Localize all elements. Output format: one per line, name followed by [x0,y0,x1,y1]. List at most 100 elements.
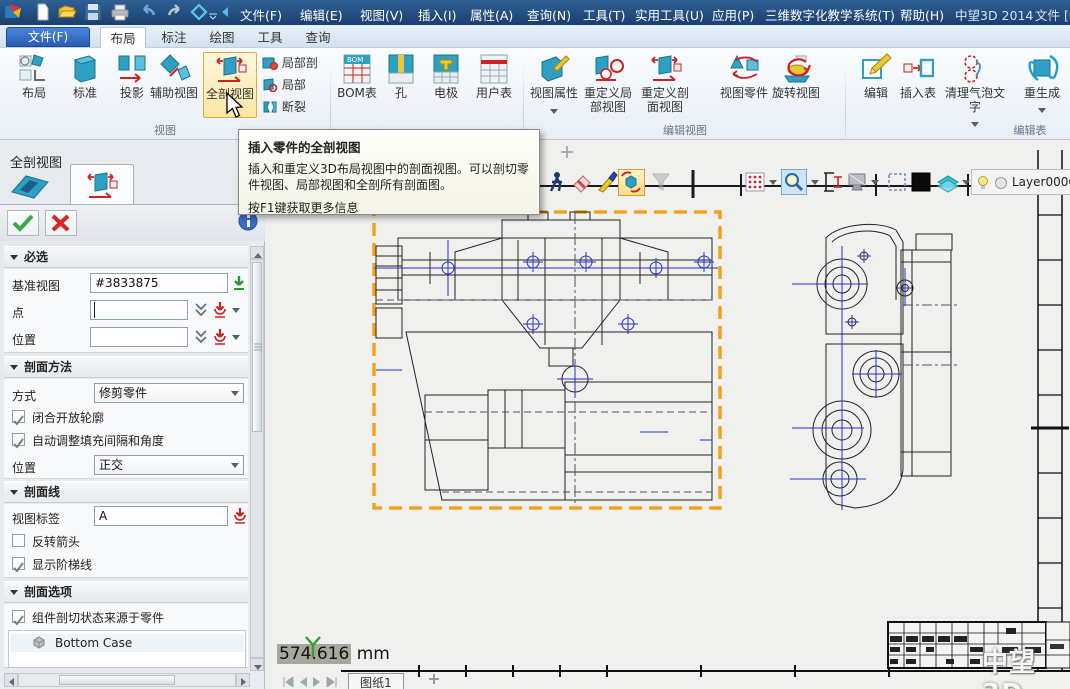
measure-icon[interactable] [822,171,844,193]
section-header-options[interactable]: 剖面选项 [4,581,248,603]
ok-button[interactable] [7,210,39,236]
base-view-pick-icon[interactable] [231,274,247,296]
position-options-caret-icon[interactable] [232,335,240,340]
panel-hscroll-right-button[interactable] [236,673,250,687]
ribbon-button-hole-table[interactable]: 孔 [384,52,418,101]
menu-file[interactable]: 文件(F) [240,5,282,24]
tab-inquire[interactable]: 查询 [296,27,340,48]
panel-hscroll-track[interactable] [18,673,236,687]
sync-assembly-icon-highlighted[interactable] [618,169,645,196]
zoom-tool-icon[interactable] [781,169,807,195]
bulb-icon[interactable] [976,175,990,191]
panel-vscroll-down-button[interactable] [250,658,264,671]
auto-adjust-checkbox[interactable] [12,433,25,446]
panel-vscroll-up-button[interactable] [250,246,264,259]
drawing-side-view[interactable] [788,208,968,520]
method-mode-select[interactable]: 修剪零件 [94,383,244,403]
close-open-profile-checkbox[interactable] [12,410,25,423]
dropdown-caret-icon[interactable] [1038,108,1046,113]
prev-sheet-button[interactable] [298,676,308,689]
drawing-canvas[interactable]: Layer0000 [266,140,1070,689]
add-sheet-button[interactable] [428,673,440,688]
ribbon-button-auxiliary-view[interactable]: 辅助视图 [146,52,202,101]
menu-help[interactable]: 帮助(H) [900,5,944,24]
eraser-icon[interactable] [571,171,593,193]
panel-hscroll-thumb[interactable] [59,675,175,685]
layer-stack-icon[interactable] [936,171,958,193]
paintbrush-icon[interactable] [596,171,618,193]
panel-vscroll-thumb[interactable] [252,262,262,432]
tab-layout[interactable]: 布局 [100,27,146,48]
menu-view[interactable]: 视图(V) [360,5,403,24]
menu-insert[interactable]: 插入(I) [418,5,456,24]
ribbon-button-standard[interactable]: 标准 [62,52,108,101]
point-options-caret-icon[interactable] [232,308,240,313]
menu-edit[interactable]: 编辑(E) [300,5,343,24]
position-expand-chevrons-icon[interactable] [194,329,208,349]
section-header-method[interactable]: 剖面方法 [4,356,248,378]
menu-utilities[interactable]: 实用工具(U) [635,5,704,24]
collapse-menu-icon[interactable] [220,6,238,24]
layer-state-circle-icon[interactable] [994,176,1008,190]
show-step-checkbox[interactable] [12,557,25,570]
ribbon-button-rotate-view[interactable]: 旋转视图 [770,52,822,101]
ribbon-button-view-attributes[interactable]: 视图属性 [527,52,581,117]
point-pick-target-icon[interactable] [212,301,228,323]
point-expand-chevrons-icon[interactable] [194,302,208,322]
ribbon-button-bom-table[interactable]: BOM BOM表 [334,52,380,101]
open-file-icon[interactable] [58,3,76,21]
base-view-input[interactable] [90,273,228,293]
menu-inquire[interactable]: 查询(N) [527,5,571,24]
color-swatch-icon[interactable] [910,171,932,193]
dropdown-caret-icon[interactable] [550,109,558,114]
ribbon-button-edit[interactable]: 编辑 [856,52,896,101]
ribbon-button-clean-balloon-text[interactable]: 清理气泡文字 [942,52,1008,130]
flip-arrow-checkbox[interactable] [12,534,25,547]
ribbon-button-redefine-section-view[interactable]: 重定义剖面视图 [636,52,694,115]
ribbon-button-local[interactable]: 局部 [262,76,306,96]
cancel-button[interactable] [45,210,77,236]
panel-vscroll-track[interactable] [250,259,264,658]
view-label-pick-target-icon[interactable] [232,507,248,529]
tab-tools[interactable]: 工具 [248,27,292,48]
point-input[interactable] [90,300,188,320]
view-label-input[interactable] [94,506,228,526]
drawing-front-view[interactable] [368,206,732,518]
ribbon-button-insert-table[interactable]: 插入表 [896,52,940,101]
ribbon-button-electrode-table[interactable]: 电极 [424,52,468,101]
panel-tab-3d[interactable] [8,172,66,202]
ribbon-button-broken[interactable]: 断裂 [262,98,306,118]
view-navigate-icon[interactable] [190,3,208,21]
method-position-select[interactable]: 正交 [94,455,244,475]
save-icon[interactable] [84,3,102,21]
dropdown-caret-icon[interactable] [971,122,979,127]
ribbon-button-layout[interactable]: 布局 [8,52,60,101]
first-sheet-button[interactable] [282,676,294,689]
tab-annotate[interactable]: 标注 [152,27,196,48]
position-input[interactable] [90,327,188,347]
filter-icon[interactable] [650,171,672,193]
display-mode-icon[interactable] [846,171,868,193]
print-icon[interactable] [110,3,128,21]
file-menu-button[interactable]: 文件(F) [6,27,90,47]
section-header-hatch[interactable]: 剖面线 [4,481,248,503]
ribbon-button-regenerate[interactable]: 重生成 [1014,52,1070,116]
new-file-icon[interactable] [34,3,52,21]
zoom-dropdown-caret-icon[interactable] [811,180,819,185]
sheet-tab-active[interactable]: 图纸1 [348,673,404,689]
grid-snap-icon[interactable] [744,171,766,193]
component-state-checkbox[interactable] [12,610,25,623]
section-header-required[interactable]: 必选 [4,246,248,268]
last-sheet-button[interactable] [326,676,338,689]
panel-tab-section-active[interactable] [70,164,134,205]
tab-draw[interactable]: 绘图 [200,27,244,48]
next-sheet-button[interactable] [312,676,322,689]
display-dropdown-caret-icon[interactable] [871,180,879,185]
list-item-bottom-case[interactable]: Bottom Case [10,634,244,652]
selection-box-icon[interactable] [886,171,908,193]
ribbon-button-user-table[interactable]: 用户表 [470,52,518,101]
menu-applications[interactable]: 应用(P) [712,5,754,24]
undo-icon[interactable] [138,3,156,21]
position-pick-target-icon[interactable] [212,328,228,350]
ribbon-button-view-parts[interactable]: 视图零件 [718,52,770,101]
